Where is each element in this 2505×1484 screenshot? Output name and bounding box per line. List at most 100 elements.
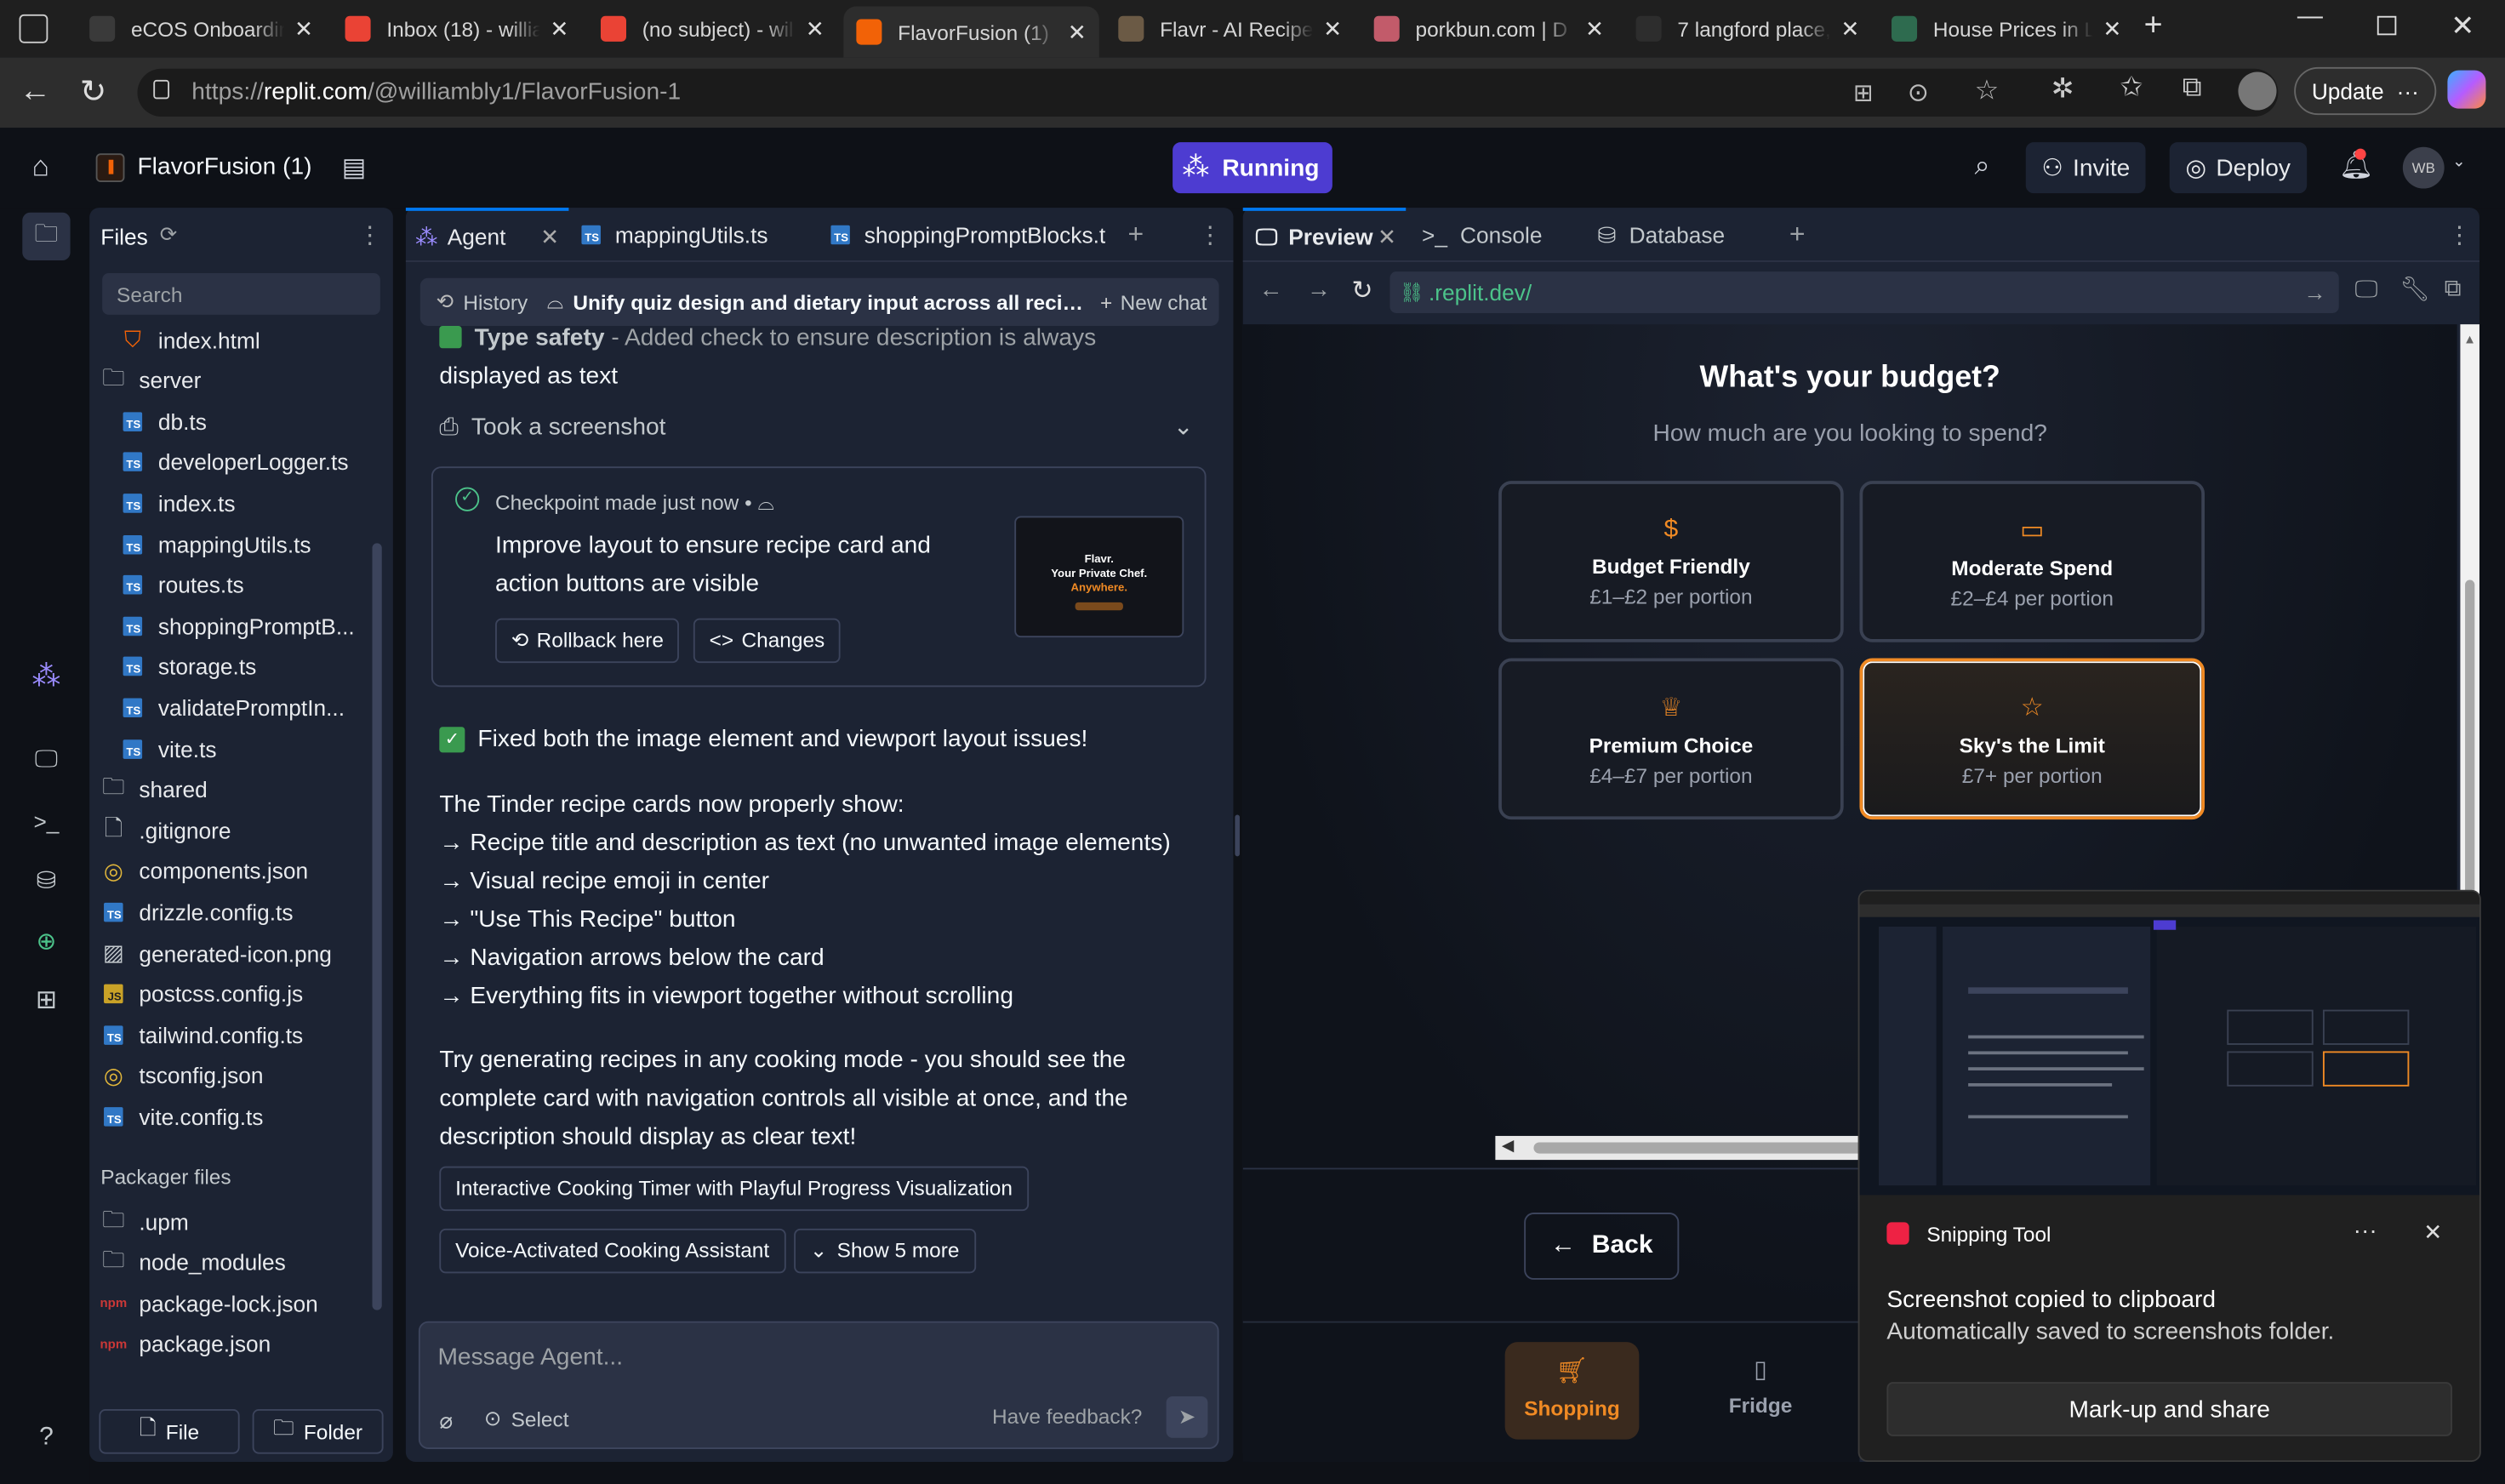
browser-tab[interactable]: House Prices in L ✕ bbox=[1879, 7, 2134, 52]
new-folder-button[interactable]: 🗀︎ Folder bbox=[252, 1408, 384, 1454]
file-tree-item[interactable]: ◎ tsconfig.json bbox=[102, 1056, 264, 1096]
read-aloud-icon[interactable]: ⊙ bbox=[1908, 77, 1929, 109]
file-tree-item[interactable]: 🗋︎ .gitignore bbox=[102, 810, 231, 850]
copilot-icon[interactable] bbox=[2447, 70, 2486, 109]
tab-preview[interactable]: 🖵︎ Preview ✕ bbox=[1242, 208, 1407, 262]
browser-tab[interactable]: 7 langford place, ✕ bbox=[1623, 7, 1873, 52]
packager-file-item[interactable]: npm package.json bbox=[100, 1324, 271, 1364]
help-icon[interactable]: ? bbox=[22, 1414, 70, 1462]
scroll-left-icon[interactable]: ◀ bbox=[1502, 1138, 1514, 1156]
rollback-button[interactable]: ⟲ Rollback here bbox=[495, 618, 680, 664]
suggestion-chip-1[interactable]: Interactive Cooking Timer with Playful P… bbox=[439, 1166, 1029, 1212]
budget-option-card[interactable]: ▭ Moderate Spend £2–£4 per portion bbox=[1859, 481, 2205, 642]
all-tools-icon[interactable]: ⊞ bbox=[22, 976, 70, 1024]
files-nav-icon[interactable]: 🗀︎ bbox=[22, 212, 71, 261]
files-scrollbar[interactable] bbox=[372, 543, 382, 1310]
go-icon[interactable]: → bbox=[2303, 280, 2325, 305]
file-tree-item[interactable]: TS vite.config.ts bbox=[102, 1097, 263, 1137]
close-tab-icon[interactable]: ✕ bbox=[540, 223, 559, 250]
history-button[interactable]: History bbox=[463, 290, 528, 314]
message-input[interactable]: Message Agent... bbox=[420, 1323, 1221, 1394]
close-tab-icon[interactable]: ✕ bbox=[1585, 15, 1604, 43]
preview-reload-icon[interactable]: ↻ bbox=[1351, 275, 1372, 307]
budget-option-card[interactable]: $ Budget Friendly £1–£2 per portion bbox=[1498, 481, 1844, 642]
pane-menu-icon[interactable]: ⋮ bbox=[2447, 220, 2471, 249]
close-window-button[interactable]: ✕ bbox=[2451, 9, 2474, 43]
favorite-star-icon[interactable]: ☆ bbox=[1975, 75, 2000, 107]
project-name[interactable]: FlavorFusion (1) bbox=[137, 153, 311, 180]
minimize-button[interactable]: — bbox=[2297, 3, 2323, 32]
close-tab-icon[interactable]: ✕ bbox=[1068, 19, 1087, 46]
screenshot-step[interactable]: ⎙ Took a screenshot ⌄ bbox=[439, 409, 1196, 448]
update-button[interactable]: Update ··· bbox=[2294, 66, 2437, 116]
budget-option-card[interactable]: ☆ Sky's the Limit £7+ per portion bbox=[1859, 658, 2205, 820]
pane-menu-icon[interactable]: ⋮ bbox=[1198, 220, 1222, 249]
file-tree-item[interactable]: ▨ generated-icon.png bbox=[102, 933, 332, 973]
close-tab-icon[interactable]: ✕ bbox=[806, 15, 825, 43]
show-more-button[interactable]: ⌄ Show 5 more bbox=[794, 1228, 976, 1274]
browser-tab[interactable]: porkbun.com | D ✕ bbox=[1361, 7, 1617, 52]
close-tab-icon[interactable]: ✕ bbox=[294, 15, 313, 43]
tab-console[interactable]: >_ Console bbox=[1422, 208, 1542, 262]
file-tree-item[interactable]: TS db.ts bbox=[122, 402, 207, 442]
snip-more-icon[interactable]: ··· bbox=[2354, 1218, 2377, 1245]
changes-button[interactable]: <> Changes bbox=[693, 618, 842, 664]
file-tree-item[interactable]: TS mappingUtils.ts bbox=[122, 524, 311, 564]
project-menu-icon[interactable]: ▤ bbox=[342, 151, 366, 184]
attach-icon[interactable]: ⌀ bbox=[439, 1407, 453, 1435]
nav-shopping[interactable]: 🛒︎ Shopping bbox=[1504, 1342, 1640, 1440]
file-tree-item[interactable]: 🗀︎ shared bbox=[102, 769, 208, 809]
file-tree-item[interactable]: TS shoppingPromptB... bbox=[122, 606, 355, 646]
files-search-input[interactable]: Search bbox=[102, 273, 380, 315]
file-tree-item[interactable]: TS developerLogger.ts bbox=[122, 442, 349, 482]
avatar-chevron-icon[interactable]: ⌄ bbox=[2452, 153, 2466, 171]
preview-back-icon[interactable]: ← bbox=[1259, 277, 1283, 304]
file-tree-item[interactable]: ⛉ index.html bbox=[122, 320, 260, 360]
close-tab-icon[interactable]: ✕ bbox=[2103, 15, 2121, 43]
browser-tab[interactable]: Inbox (18) - willia ✕ bbox=[333, 7, 582, 52]
tab-mappingutils[interactable]: TS mappingUtils.ts bbox=[581, 208, 768, 262]
database-nav-icon[interactable]: ⛁ bbox=[22, 856, 70, 904]
nav-fridge[interactable]: ▯ Fridge bbox=[1693, 1342, 1828, 1440]
address-bar[interactable]: https://replit.com/@williambly1/FlavorFu… bbox=[137, 68, 2279, 117]
file-tree-item[interactable]: ◎ components.json bbox=[102, 851, 308, 891]
add-tab-icon[interactable]: + bbox=[1128, 219, 1144, 251]
markup-share-button[interactable]: Mark-up and share bbox=[1886, 1382, 2453, 1436]
tab-actions-icon[interactable] bbox=[19, 14, 49, 43]
new-file-button[interactable]: 🗋︎ File bbox=[99, 1408, 240, 1454]
preview-nav-icon[interactable]: 🖵︎ bbox=[22, 735, 70, 783]
tab-shoppingpromptblocks[interactable]: TS shoppingPromptBlocks.t bbox=[830, 208, 1110, 262]
file-tree-item[interactable]: TS drizzle.config.ts bbox=[102, 892, 294, 932]
deploy-nav-icon[interactable]: ⊕ bbox=[22, 917, 70, 965]
back-button[interactable]: ← Back bbox=[1524, 1213, 1680, 1280]
home-icon[interactable]: ⌂ bbox=[32, 150, 49, 183]
close-tab-icon[interactable]: ✕ bbox=[1840, 15, 1859, 43]
browser-tab[interactable]: (no subject) - wil ✕ bbox=[588, 7, 837, 52]
file-tree-item[interactable]: TS vite.ts bbox=[122, 728, 217, 768]
back-icon[interactable]: ← bbox=[20, 73, 52, 110]
file-tree-item[interactable]: 🗀︎ server bbox=[102, 361, 201, 401]
browser-tab[interactable]: Flavr - AI Recipe ✕ bbox=[1105, 7, 1355, 52]
send-button[interactable]: ➤ bbox=[1166, 1396, 1208, 1438]
snip-close-icon[interactable]: ✕ bbox=[2423, 1219, 2442, 1247]
scroll-up-icon[interactable]: ▲ bbox=[2463, 333, 2476, 347]
new-tab-button[interactable]: + bbox=[2144, 8, 2163, 44]
browser-tab[interactable]: eCOS Onboardin ✕ bbox=[77, 7, 326, 52]
invite-button[interactable]: ⚇ Invite bbox=[2025, 142, 2147, 194]
devices-icon[interactable]: 🖵︎ bbox=[2355, 277, 2378, 304]
tab-agent[interactable]: ⁂ Agent ✕ bbox=[405, 208, 569, 262]
chevron-down-icon[interactable]: ⌄ bbox=[1173, 409, 1194, 448]
checkpoint-thumbnail[interactable]: Flavr. Your Private Chef. Anywhere. bbox=[1014, 516, 1184, 638]
extensions-icon[interactable]: ✲ bbox=[2051, 73, 2074, 106]
file-tree-item[interactable]: TS index.ts bbox=[122, 483, 235, 523]
thread-title[interactable]: Unify quiz design and dietary input acro… bbox=[573, 290, 1084, 314]
packager-file-item[interactable]: 🗀︎ .upm bbox=[102, 1201, 189, 1241]
packager-file-item[interactable]: npm package-lock.json bbox=[100, 1283, 317, 1323]
agent-nav-icon[interactable]: ⁂ bbox=[22, 652, 70, 699]
agent-scrollbar[interactable] bbox=[1235, 814, 1240, 857]
suggestion-chip-2[interactable]: Voice-Activated Cooking Assistant bbox=[439, 1228, 785, 1274]
files-menu-icon[interactable]: ⋮ bbox=[358, 220, 382, 249]
horizontal-scrollbar[interactable]: ◀ bbox=[1495, 1135, 1879, 1161]
tab-database[interactable]: ⛁ Database bbox=[1598, 208, 1726, 262]
file-tree-item[interactable]: TS storage.ts bbox=[122, 647, 256, 687]
